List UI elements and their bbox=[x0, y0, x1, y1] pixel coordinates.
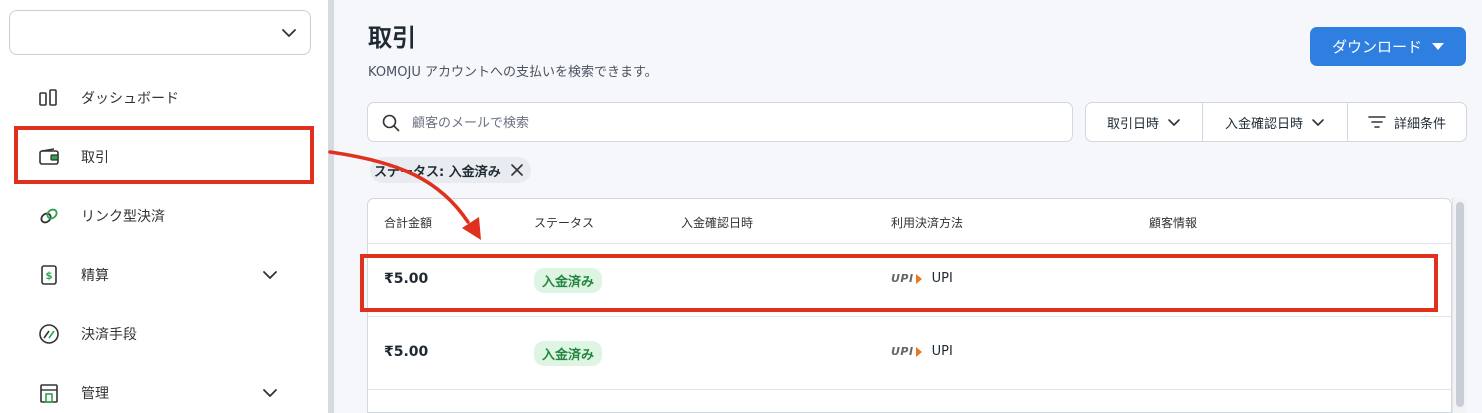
search-input[interactable] bbox=[412, 111, 1052, 135]
sidebar: ダッシュボード 取引 リンク型決済 $ 精算 決済手段 管理 bbox=[0, 0, 328, 413]
payment-method-name: UPI bbox=[931, 271, 953, 286]
advanced-filter-button[interactable]: 詳細条件 bbox=[1348, 103, 1466, 141]
search-icon bbox=[382, 114, 400, 132]
advanced-filter-label: 詳細条件 bbox=[1393, 116, 1446, 132]
row-payment-method: UPI UPI bbox=[891, 344, 953, 359]
main-content: 取引 KOMOJU アカウントへの支払いを検索できます。 ダウンロード 取引日時… bbox=[334, 0, 1482, 413]
upi-logo-icon: UPI bbox=[891, 345, 922, 358]
upi-logo-icon: UPI bbox=[891, 272, 922, 285]
sidebar-item-label: リンク型決済 bbox=[81, 209, 165, 225]
download-button[interactable]: ダウンロード bbox=[1310, 27, 1466, 66]
wallet-icon bbox=[37, 145, 61, 169]
column-header-captured-at[interactable]: 入金確認日時 bbox=[681, 214, 753, 231]
svg-text:$: $ bbox=[46, 271, 53, 282]
table-scrollbar[interactable] bbox=[1452, 198, 1466, 413]
row-amount: ₹5.00 bbox=[384, 271, 429, 287]
status-badge: 入金済み bbox=[534, 268, 603, 293]
page-title: 取引 bbox=[368, 24, 416, 52]
caret-down-icon bbox=[1432, 43, 1444, 50]
active-filter-chip: ステータス: 入金済み bbox=[370, 157, 531, 183]
sidebar-item-payment-methods[interactable]: 決済手段 bbox=[0, 308, 328, 360]
sidebar-item-payment-links[interactable]: リンク型決済 bbox=[0, 190, 328, 242]
active-filter-label: ステータス: 入金済み bbox=[374, 164, 501, 180]
download-button-label: ダウンロード bbox=[1331, 38, 1422, 56]
filter-group: 取引日時 入金確認日時 詳細条件 bbox=[1085, 102, 1467, 142]
upi-logo-text: UPI bbox=[891, 345, 914, 358]
table-header: 合計金額 ステータス 入金確認日時 利用決済方法 顧客情報 bbox=[368, 199, 1451, 244]
store-icon bbox=[37, 381, 61, 405]
page-subtitle: KOMOJU アカウントへの支払いを検索できます。 bbox=[368, 65, 658, 80]
chevron-down-icon bbox=[1168, 119, 1180, 126]
transactions-table: 合計金額 ステータス 入金確認日時 利用決済方法 顧客情報 ₹5.00 入金済み… bbox=[367, 198, 1452, 413]
transaction-date-filter[interactable]: 取引日時 bbox=[1086, 103, 1203, 141]
chevron-down-icon bbox=[282, 29, 296, 37]
table-row[interactable]: ₹5.00 入金済み UPI UPI bbox=[368, 244, 1451, 317]
sidebar-item-label: 精算 bbox=[81, 268, 109, 284]
captured-date-filter-label: 入金確認日時 bbox=[1224, 116, 1303, 132]
link-icon bbox=[37, 204, 61, 228]
payment-method-name: UPI bbox=[931, 344, 953, 359]
status-badge: 入金済み bbox=[534, 341, 603, 366]
column-header-status[interactable]: ステータス bbox=[534, 214, 594, 231]
search-box[interactable] bbox=[367, 102, 1073, 142]
captured-date-filter[interactable]: 入金確認日時 bbox=[1203, 103, 1348, 141]
sidebar-item-settlements[interactable]: $ 精算 bbox=[0, 249, 328, 301]
sidebar-item-transactions[interactable]: 取引 bbox=[0, 131, 328, 183]
settlement-icon: $ bbox=[37, 263, 61, 287]
filter-icon bbox=[1368, 116, 1386, 128]
column-header-amount[interactable]: 合計金額 bbox=[384, 214, 432, 231]
sidebar-item-label: 取引 bbox=[81, 150, 109, 166]
payment-methods-icon bbox=[37, 322, 61, 346]
chevron-down-icon[interactable] bbox=[261, 266, 279, 284]
chevron-down-icon[interactable] bbox=[261, 384, 279, 402]
transaction-date-filter-label: 取引日時 bbox=[1106, 116, 1159, 132]
sidebar-item-label: 管理 bbox=[81, 386, 109, 402]
sidebar-item-dashboard[interactable]: ダッシュボード bbox=[0, 72, 328, 124]
column-header-payment-method[interactable]: 利用決済方法 bbox=[891, 214, 963, 231]
upi-logo-text: UPI bbox=[891, 272, 914, 285]
table-row[interactable]: ₹5.00 入金済み UPI UPI bbox=[368, 317, 1451, 390]
close-icon[interactable] bbox=[510, 164, 523, 176]
dashboard-icon bbox=[37, 86, 61, 110]
row-payment-method: UPI UPI bbox=[891, 271, 953, 286]
account-select[interactable] bbox=[9, 10, 311, 55]
column-header-customer[interactable]: 顧客情報 bbox=[1149, 214, 1197, 231]
sidebar-item-label: 決済手段 bbox=[81, 327, 137, 343]
sidebar-item-label: ダッシュボード bbox=[81, 91, 179, 107]
chevron-down-icon bbox=[1312, 119, 1324, 126]
scrollbar-thumb[interactable] bbox=[1456, 202, 1464, 407]
row-amount: ₹5.00 bbox=[384, 344, 429, 360]
sidebar-item-management[interactable]: 管理 bbox=[0, 367, 328, 413]
